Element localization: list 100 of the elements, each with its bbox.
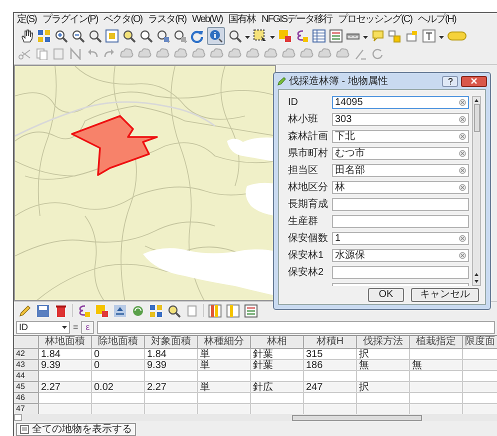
epsilon-icon[interactable] [77, 304, 91, 318]
deselect-icon[interactable] [278, 28, 292, 42]
clear-icon[interactable] [459, 150, 466, 157]
text-box-icon[interactable] [422, 28, 436, 42]
close-button[interactable] [461, 76, 487, 86]
scrollbar-thumb[interactable] [292, 414, 422, 420]
table-cell [251, 371, 304, 382]
save-icon[interactable] [36, 304, 50, 318]
rotate-icon[interactable] [371, 46, 384, 60]
row-header[interactable]: 46 [14, 393, 39, 404]
input-field[interactable]: 14095 [332, 96, 469, 109]
table-icon[interactable] [312, 28, 326, 42]
field-label: 生産群 [288, 216, 319, 227]
identify-button[interactable] [207, 26, 225, 44]
menu-item[interactable]: 定(S) [16, 14, 38, 26]
copy-icon[interactable] [35, 46, 48, 60]
clear-icon[interactable] [459, 133, 466, 140]
scroll-down-icon[interactable] [473, 278, 480, 285]
input-field[interactable] [332, 215, 469, 228]
zoom-selection-icon[interactable] [139, 28, 153, 42]
row-header[interactable]: 45 [14, 382, 39, 393]
scrollbar-thumb[interactable] [474, 104, 480, 132]
help-button[interactable] [442, 76, 458, 86]
undo-icon[interactable] [86, 46, 99, 60]
scroll-up-icon[interactable] [473, 271, 480, 278]
move-to-top-icon[interactable] [113, 304, 127, 318]
column-header[interactable]: 材積H [304, 336, 357, 349]
show-all-features-button[interactable]: 全ての地物を表示する [16, 422, 136, 436]
input-field[interactable]: 303 [332, 113, 469, 126]
zoom-out-icon[interactable] [71, 28, 85, 42]
frame-icon[interactable] [105, 28, 119, 42]
dialog-button[interactable]: キャンセル [411, 288, 479, 302]
zoom-selection-icon[interactable] [167, 304, 181, 318]
input-field[interactable]: 1 [332, 232, 469, 245]
clear-icon[interactable] [459, 167, 466, 174]
hand-icon[interactable] [20, 28, 34, 42]
menu-item[interactable]: ベクタ(O) [102, 14, 144, 26]
table-cell [39, 371, 92, 382]
scroll-left-icon[interactable] [14, 414, 22, 421]
epsilon-icon[interactable] [295, 28, 309, 42]
squares-icon[interactable] [37, 28, 51, 42]
zoom-last-icon[interactable] [156, 28, 170, 42]
menu-item[interactable]: プロセッシング(C) [337, 14, 413, 26]
menu-item[interactable]: プラグイン(P) [41, 14, 99, 26]
calculator-icon[interactable] [329, 28, 343, 42]
column-header[interactable]: 林種細分 [198, 336, 251, 349]
node-tool-icon[interactable] [69, 46, 82, 60]
row-header[interactable]: 47 [14, 404, 39, 414]
table-cell: 0 [92, 349, 145, 360]
expression-field[interactable] [97, 320, 495, 334]
menu-item[interactable]: ヘルプ(H) [416, 14, 457, 26]
clear-icon[interactable] [459, 235, 466, 242]
paste-icon[interactable] [52, 46, 65, 60]
magnifier-dropdown-icon[interactable] [228, 28, 242, 42]
clear-icon[interactable] [459, 184, 466, 191]
input-field[interactable]: 水源保 [332, 249, 469, 262]
input-field[interactable] [332, 266, 469, 279]
zoom-layer-icon[interactable] [122, 28, 136, 42]
select-rectangle-icon[interactable] [253, 28, 267, 42]
deselect-icon[interactable] [95, 304, 109, 318]
refresh-icon[interactable] [190, 28, 204, 42]
scissors-icon[interactable] [18, 46, 31, 60]
input-field[interactable]: 下北 [332, 130, 469, 143]
cloud-icon[interactable] [192, 46, 206, 60]
menu-item[interactable]: 国有林 [228, 14, 257, 26]
menu-item[interactable]: Web(W) [191, 14, 224, 26]
clear-icon[interactable] [459, 252, 466, 259]
input-field[interactable] [332, 198, 469, 211]
expression-button[interactable]: ε [81, 320, 94, 334]
delete-column-icon[interactable] [226, 304, 240, 318]
trash-icon[interactable] [54, 304, 68, 318]
row-header[interactable]: 44 [14, 371, 39, 382]
calculator-icon[interactable] [244, 304, 258, 318]
input-field[interactable]: 林 [332, 181, 469, 194]
annotation-icon[interactable] [388, 28, 402, 42]
row-header[interactable]: 42 [14, 349, 39, 360]
menu-item[interactable]: ラスタ(R) [147, 14, 188, 26]
invert-icon[interactable] [131, 304, 145, 318]
new-column-icon[interactable] [208, 304, 222, 318]
row-header[interactable]: 43 [14, 360, 39, 371]
table-cell [463, 382, 497, 393]
copy-icon[interactable] [185, 304, 199, 318]
column-header[interactable]: 林地面積 [39, 336, 92, 349]
column-header[interactable]: 除地面積 [92, 336, 145, 349]
dialog-button[interactable]: OK [368, 288, 404, 302]
field-dropdown[interactable]: ID [16, 320, 70, 334]
clear-icon[interactable] [459, 116, 466, 123]
magnifier-icon[interactable] [88, 28, 102, 42]
squares-icon[interactable] [149, 304, 163, 318]
table-cell: 186 [304, 360, 357, 371]
input-field[interactable]: むつ市 [332, 147, 469, 160]
clear-icon[interactable] [459, 99, 466, 106]
redo-icon[interactable] [103, 46, 116, 60]
menu-item[interactable]: NFGISデータ移行 [260, 14, 334, 26]
zoom-in-icon[interactable] [54, 28, 68, 42]
input-field[interactable]: 田名部 [332, 164, 469, 177]
zoom-next-icon[interactable] [173, 28, 187, 42]
annotation-move-icon[interactable] [405, 28, 419, 42]
pencil-icon[interactable] [18, 304, 32, 318]
column-header[interactable]: 林相 [251, 336, 304, 349]
